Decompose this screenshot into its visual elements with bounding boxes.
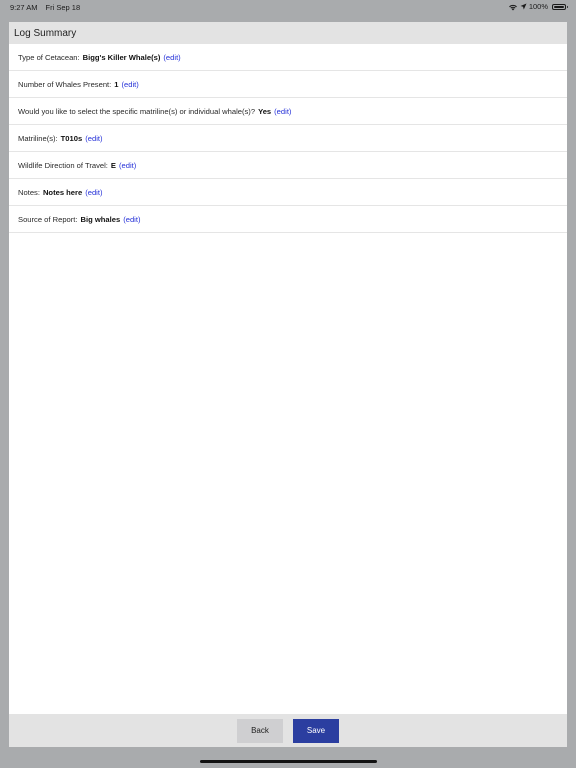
home-indicator[interactable] (200, 760, 377, 763)
status-bar: 9:27 AM Fri Sep 18 100% (0, 0, 576, 14)
save-button[interactable]: Save (293, 718, 339, 743)
edit-cetacean-type-link[interactable]: (edit) (163, 53, 180, 62)
edit-notes-link[interactable]: (edit) (85, 188, 102, 197)
row-label: Source of Report: (18, 214, 78, 224)
footer-toolbar: Back Save (9, 714, 567, 747)
summary-list: Type of Cetacean: Bigg's Killer Whale(s)… (9, 44, 567, 233)
status-date: Fri Sep 18 (45, 3, 81, 12)
battery-icon (552, 3, 568, 10)
edit-select-specific-link[interactable]: (edit) (274, 107, 291, 116)
row-label: Would you like to select the specific ma… (18, 106, 256, 116)
summary-row-matriline: Matriline(s): T010s (edit) (9, 125, 567, 152)
battery-percent: 100% (528, 2, 548, 11)
row-label: Number of Whales Present: (18, 79, 112, 89)
edit-whale-count-link[interactable]: (edit) (122, 80, 139, 89)
battery-fill (554, 5, 564, 8)
row-value: E (110, 160, 116, 170)
edit-source-link[interactable]: (edit) (123, 215, 140, 224)
summary-row-notes: Notes: Notes here (edit) (9, 179, 567, 206)
row-label: Matriline(s): (18, 133, 58, 143)
wifi-icon (508, 3, 518, 11)
back-button[interactable]: Back (237, 718, 283, 743)
row-label: Type of Cetacean: (18, 52, 80, 62)
row-label: Notes: (18, 187, 40, 197)
row-value: Yes (258, 106, 272, 116)
location-arrow-icon (520, 3, 527, 10)
row-value: 1 (114, 79, 119, 89)
log-summary-panel: Log Summary Type of Cetacean: Bigg's Kil… (9, 22, 567, 747)
edit-matriline-link[interactable]: (edit) (85, 134, 102, 143)
row-value: Notes here (42, 187, 83, 197)
summary-row-source: Source of Report: Big whales (edit) (9, 206, 567, 233)
status-time: 9:27 AM (10, 3, 38, 12)
summary-row-whale-count: Number of Whales Present: 1 (edit) (9, 71, 567, 98)
edit-direction-link[interactable]: (edit) (119, 161, 136, 170)
summary-row-select-specific: Would you like to select the specific ma… (9, 98, 567, 125)
status-time-date: 9:27 AM Fri Sep 18 (10, 3, 80, 12)
summary-row-direction: Wildlife Direction of Travel: E (edit) (9, 152, 567, 179)
page-title: Log Summary (9, 22, 567, 44)
status-indicators: 100% (508, 2, 568, 11)
summary-row-cetacean-type: Type of Cetacean: Bigg's Killer Whale(s)… (9, 44, 567, 71)
row-value: T010s (60, 133, 83, 143)
row-value: Big whales (80, 214, 121, 224)
row-label: Wildlife Direction of Travel: (18, 160, 108, 170)
row-value: Bigg's Killer Whale(s) (82, 52, 161, 62)
